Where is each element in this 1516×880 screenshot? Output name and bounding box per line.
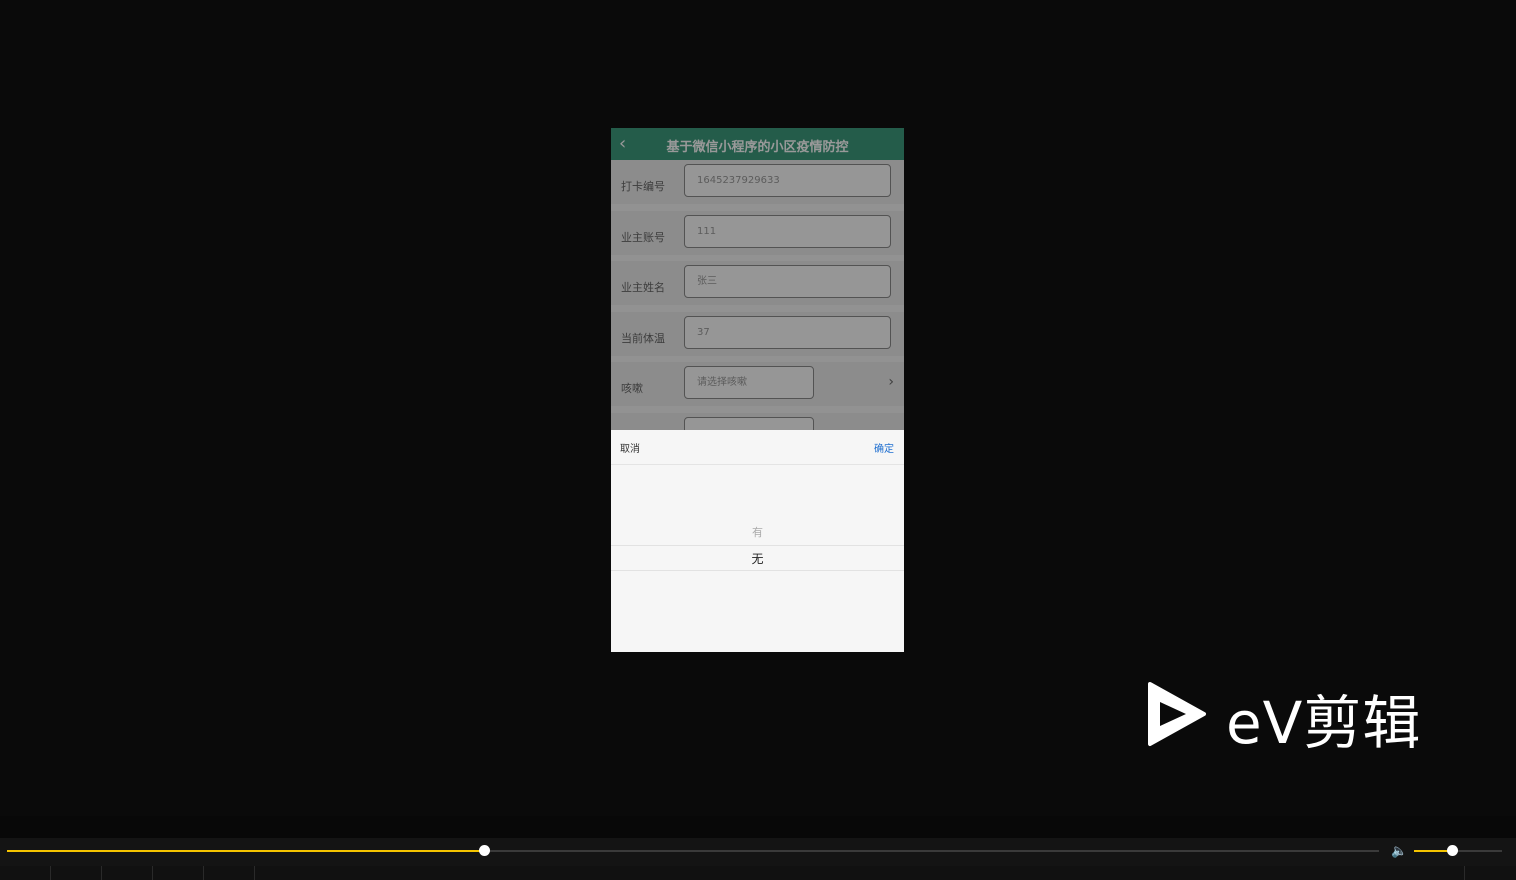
timeline-divider [152,866,153,880]
modal-overlay[interactable] [611,128,904,430]
timeline-divider [50,866,51,880]
picker-option-no[interactable]: 无 [611,550,904,567]
progress-slider[interactable] [7,845,1379,856]
speaker-icon[interactable]: 🔈 [1391,844,1407,859]
volume-slider[interactable] [1414,845,1502,856]
timeline-divider [203,866,204,880]
confirm-button[interactable]: 确定 [874,440,894,455]
watermark-text: eV剪辑 [1226,689,1422,757]
player-controls: 🔈 [0,816,1516,880]
play-logo-icon [1148,682,1206,746]
timeline-strip [0,866,1516,880]
timeline-divider [254,866,255,880]
picker-option-yes[interactable]: 有 [611,524,904,540]
option-picker: 取消 确定 有 无 [611,430,904,652]
timeline-divider [1464,866,1465,880]
cancel-button[interactable]: 取消 [620,440,640,455]
control-bar [0,838,1516,866]
timeline-divider [101,866,102,880]
progress-handle[interactable] [478,845,490,856]
watermark: eV剪辑 [1146,680,1436,757]
progress-fill [7,850,485,852]
divider [611,464,904,465]
phone-screen: ‹ 基于微信小程序的小区疫情防控 打卡编号 1645237929633 业主账号… [611,128,904,652]
video-canvas: ‹ 基于微信小程序的小区疫情防控 打卡编号 1645237929633 业主账号… [0,0,1516,816]
